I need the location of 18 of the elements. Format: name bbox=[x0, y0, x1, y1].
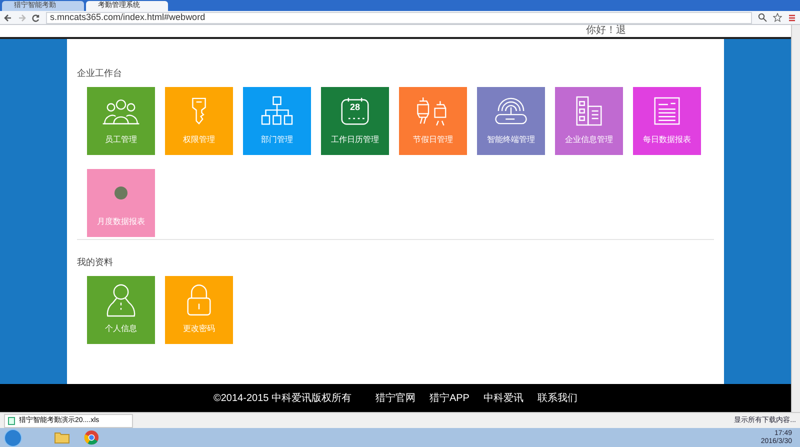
footer-link[interactable]: 猎宁APP bbox=[429, 390, 470, 406]
footer-link[interactable]: 猎宁官网 bbox=[375, 390, 416, 406]
footer-link[interactable]: 联系我们 bbox=[537, 390, 578, 406]
calendar-date: 28 bbox=[348, 103, 361, 112]
greeting-text: 你好！退 bbox=[586, 26, 626, 36]
copyright-text: ©2014-2015 中科爱讯版权所有 bbox=[214, 392, 352, 406]
app-tile[interactable]: 个人信息 bbox=[87, 276, 155, 344]
section-title: 我的资料 bbox=[77, 258, 114, 267]
app-tile[interactable]: 部门管理 bbox=[243, 87, 311, 155]
app-tile[interactable]: 员工管理 bbox=[87, 87, 155, 155]
app-tile[interactable]: 节假日管理 bbox=[399, 87, 467, 155]
app-tile[interactable]: 企业信息管理 bbox=[555, 87, 623, 155]
app-tile[interactable]: 28 工作日历管理 bbox=[321, 87, 389, 155]
app-tile[interactable]: 智能终端管理 bbox=[477, 87, 545, 155]
app-tile[interactable]: 每日数据报表 bbox=[633, 87, 701, 155]
address-field[interactable]: s.mncats365.com/index.html#webword bbox=[46, 12, 752, 24]
section-title: 企业工作台 bbox=[77, 69, 123, 78]
footer-link[interactable]: 中科爱讯 bbox=[483, 390, 524, 406]
